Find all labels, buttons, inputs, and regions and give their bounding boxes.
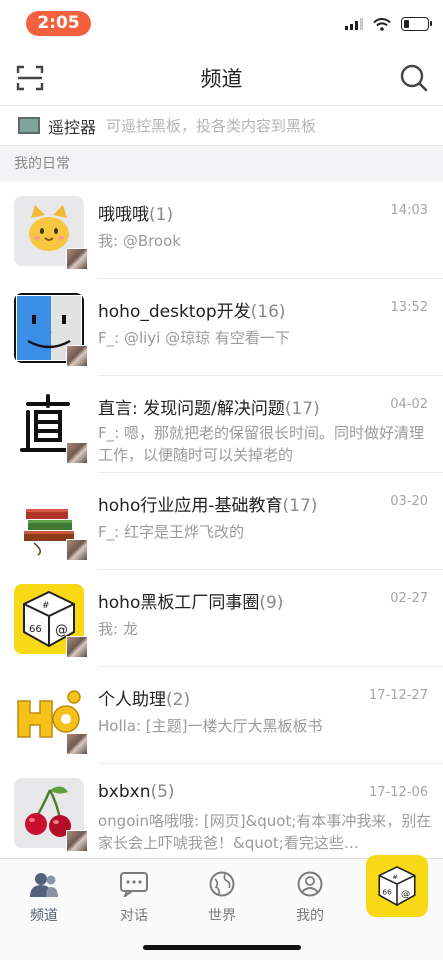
channel-time: 13:52 bbox=[390, 300, 428, 315]
channel-time: 04-02 bbox=[390, 397, 428, 412]
hoho-dice-logo-icon: # 66 @ bbox=[378, 866, 416, 906]
member-avatar bbox=[66, 248, 88, 270]
tab-bar: 频道 对话 世界 我的 # 66 @ bbox=[0, 855, 443, 960]
channel-name: bxbxn(5) bbox=[98, 782, 175, 802]
channel-item[interactable]: # 66 @ hoho黑板工厂同事圈(9) 02-27 我: 龙 bbox=[0, 570, 443, 667]
member-avatar bbox=[66, 830, 88, 852]
chat-bubble-icon bbox=[120, 872, 148, 899]
svg-text:#: # bbox=[392, 873, 398, 881]
channel-item[interactable]: 直言: 发现问题/解决问题(17) 04-02 F_: 嗯，那就把老的保留很长时… bbox=[0, 376, 443, 473]
channel-preview: 我: 龙 bbox=[98, 620, 138, 638]
channel-preview: 我: @Brook bbox=[98, 232, 181, 250]
tab-world[interactable]: 世界 bbox=[192, 871, 252, 925]
search-icon[interactable] bbox=[399, 63, 429, 93]
member-avatar bbox=[66, 345, 88, 367]
svg-text:#: # bbox=[42, 601, 50, 611]
channel-time: 17-12-27 bbox=[368, 688, 428, 703]
remote-hint: 可遥控黑板，投各类内容到黑板 bbox=[106, 117, 317, 135]
member-avatar bbox=[66, 539, 88, 561]
channel-list: 哦哦哦(1) 14:03 我: @Brook hoho_desktop开发(16… bbox=[0, 182, 443, 861]
status-icons bbox=[345, 17, 432, 31]
tab-label: 世界 bbox=[208, 908, 236, 924]
channel-item[interactable]: bxbxn(5) 17-12-06 ongoin咯哦哦: [网页]&quot;有… bbox=[0, 764, 443, 861]
status-time: 2:05 bbox=[26, 11, 91, 36]
page-title: 频道 bbox=[200, 67, 243, 91]
channel-preview: F_: @liyi @琼琼 有空看一下 bbox=[98, 329, 290, 347]
globe-icon bbox=[209, 871, 235, 897]
remote-label: 遥控器 bbox=[48, 117, 97, 137]
svg-text:@: @ bbox=[401, 889, 410, 900]
home-indicator[interactable] bbox=[143, 945, 301, 950]
people-icon bbox=[30, 873, 58, 897]
section-header: 我的日常 bbox=[0, 146, 443, 182]
channel-time: 14:03 bbox=[390, 203, 428, 218]
signal-icon bbox=[345, 18, 363, 30]
channel-name: 直言: 发现问题/解决问题(17) bbox=[98, 399, 320, 419]
battery-icon bbox=[401, 17, 432, 31]
tab-mine[interactable]: 我的 bbox=[280, 871, 340, 925]
svg-text:66: 66 bbox=[29, 624, 42, 635]
member-avatar bbox=[66, 636, 88, 658]
wifi-icon bbox=[373, 17, 391, 31]
channel-time: 02-27 bbox=[390, 591, 428, 606]
tab-chat[interactable]: 对话 bbox=[104, 871, 164, 925]
channel-preview: F_: 嗯，那就把老的保留很长时间。同时做好清理工作，以便随时可以关掉老的 bbox=[98, 424, 424, 464]
channel-preview: Holla: [主题]一楼大厅大黑板板书 bbox=[98, 717, 323, 735]
channel-item[interactable]: 哦哦哦(1) 14:03 我: @Brook bbox=[0, 182, 443, 279]
member-avatar bbox=[66, 442, 88, 464]
nav-bar: 频道 bbox=[0, 48, 443, 106]
channel-item[interactable]: hoho行业应用-基础教育(17) 03-20 F_: 红字是王烨飞改的 bbox=[0, 473, 443, 570]
status-bar: 2:05 bbox=[0, 0, 443, 48]
channel-preview: ongoin咯哦哦: [网页]&quot;有本事冲我来，别在家长会上吓唬我爸！&… bbox=[98, 812, 432, 852]
channel-preview: F_: 红字是王烨飞改的 bbox=[98, 523, 244, 541]
channel-name: hoho黑板工厂同事圈(9) bbox=[98, 593, 284, 613]
channel-name: 个人助理(2) bbox=[98, 690, 191, 710]
tab-channel[interactable]: 频道 bbox=[14, 871, 74, 925]
svg-text:66: 66 bbox=[383, 888, 393, 897]
channel-name: 哦哦哦(1) bbox=[98, 205, 174, 225]
channel-name: hoho_desktop开发(16) bbox=[98, 302, 286, 322]
channel-item[interactable]: hoho_desktop开发(16) 13:52 F_: @liyi @琼琼 有… bbox=[0, 279, 443, 376]
tab-label: 对话 bbox=[120, 908, 148, 924]
hoho-fab-button[interactable]: # 66 @ bbox=[366, 855, 428, 917]
remote-control-bar[interactable]: 遥控器 可遥控黑板，投各类内容到黑板 bbox=[0, 106, 443, 146]
tab-label: 频道 bbox=[30, 908, 58, 924]
channel-name: hoho行业应用-基础教育(17) bbox=[98, 496, 318, 516]
blackboard-icon bbox=[18, 117, 40, 134]
profile-icon bbox=[297, 871, 323, 897]
channel-time: 03-20 bbox=[390, 494, 428, 509]
channel-item[interactable]: 个人助理(2) 17-12-27 Holla: [主题]一楼大厅大黑板板书 bbox=[0, 667, 443, 764]
channel-time: 17-12-06 bbox=[368, 785, 428, 800]
tab-label: 我的 bbox=[296, 908, 324, 924]
member-avatar bbox=[66, 733, 88, 755]
